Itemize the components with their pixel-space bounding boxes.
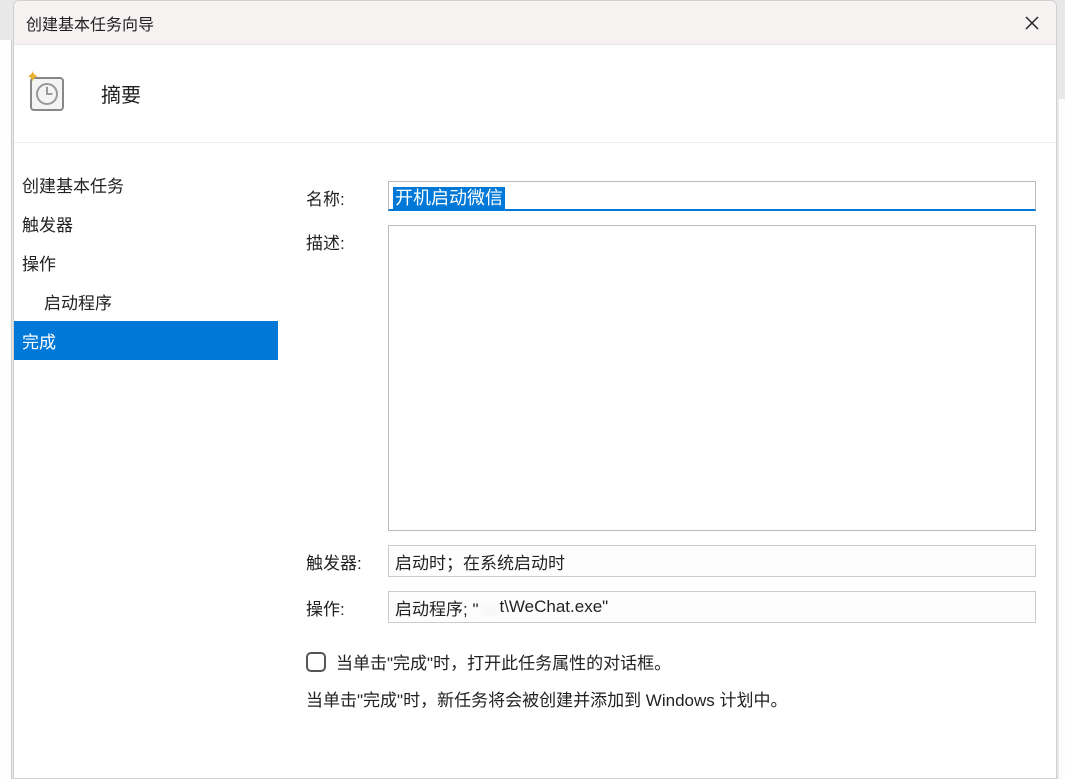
open-properties-checkbox-row: 当单击"完成"时，打开此任务属性的对话框。 bbox=[306, 649, 1036, 674]
close-icon bbox=[1024, 15, 1040, 31]
sidebar-item-create-basic-task[interactable]: 创建基本任务 bbox=[14, 165, 278, 204]
sidebar-item-action[interactable]: 操作 bbox=[14, 243, 278, 282]
sidebar-item-start-program[interactable]: 启动程序 bbox=[14, 282, 278, 321]
window-title: 创建基本任务向导 bbox=[26, 11, 154, 35]
action-label: 操作: bbox=[306, 595, 388, 620]
close-button[interactable] bbox=[1022, 13, 1042, 33]
wizard-header: ✦ 摘要 bbox=[14, 45, 1056, 143]
action-value[interactable]: 启动程序; " … t\WeChat.exe" bbox=[388, 591, 1036, 623]
trigger-summary-row: 触发器: 启动时；在系统启动时 bbox=[306, 545, 1036, 577]
page-title: 摘要 bbox=[101, 79, 141, 108]
background-window-left bbox=[0, 40, 12, 779]
trigger-label: 触发器: bbox=[306, 549, 388, 574]
description-textarea[interactable] bbox=[388, 225, 1036, 531]
name-input[interactable]: 开机启动微信 bbox=[388, 181, 1036, 211]
finish-info-text: 当单击"完成"时，新任务将会被创建并添加到 Windows 计划中。 bbox=[306, 686, 1036, 711]
trigger-value[interactable]: 启动时；在系统启动时 bbox=[388, 545, 1036, 577]
name-input-value: 开机启动微信 bbox=[393, 187, 505, 209]
scheduled-task-icon: ✦ bbox=[26, 71, 66, 111]
name-label: 名称: bbox=[306, 181, 388, 210]
action-blurred-path: … bbox=[480, 597, 497, 617]
wizard-sidebar: 创建基本任务 触发器 操作 启动程序 完成 bbox=[14, 143, 278, 778]
action-prefix: 启动程序; " bbox=[395, 595, 478, 620]
action-suffix: t\WeChat.exe" bbox=[499, 597, 608, 617]
description-label: 描述: bbox=[306, 225, 388, 254]
wizard-dialog: 创建基本任务向导 ✦ 摘要 创建基本任务 触发器 操作 启动程序 完成 名称: bbox=[13, 0, 1057, 779]
sidebar-item-finish[interactable]: 完成 bbox=[14, 321, 278, 360]
name-row: 名称: 开机启动微信 bbox=[306, 181, 1036, 211]
description-row: 描述: bbox=[306, 225, 1036, 531]
action-summary-row: 操作: 启动程序; " … t\WeChat.exe" bbox=[306, 591, 1036, 623]
open-properties-checkbox[interactable] bbox=[306, 652, 326, 672]
wizard-body: 创建基本任务 触发器 操作 启动程序 完成 名称: 开机启动微信 描述: 触发器… bbox=[14, 143, 1056, 778]
open-properties-label: 当单击"完成"时，打开此任务属性的对话框。 bbox=[336, 649, 671, 674]
trigger-value-text: 启动时；在系统启动时 bbox=[395, 549, 565, 574]
background-window-right bbox=[1059, 99, 1065, 779]
titlebar: 创建基本任务向导 bbox=[14, 1, 1056, 45]
sidebar-item-trigger[interactable]: 触发器 bbox=[14, 204, 278, 243]
wizard-content: 名称: 开机启动微信 描述: 触发器: 启动时；在系统启动时 操作: 启动程序;… bbox=[278, 143, 1056, 778]
